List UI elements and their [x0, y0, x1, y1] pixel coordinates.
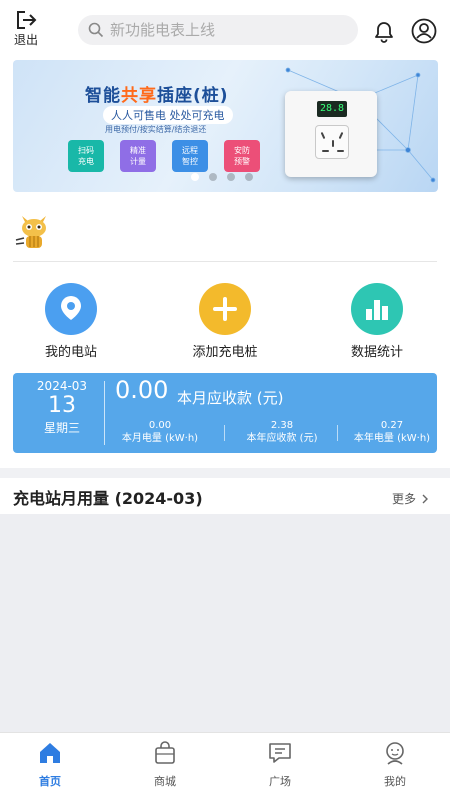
header: 退出 — [0, 0, 450, 60]
exit-button[interactable]: 退出 — [10, 10, 42, 48]
statistics-button[interactable]: 数据统计 — [322, 283, 432, 360]
stat-yearly-receivable: 2.38 本年应收款 (元) — [227, 419, 337, 445]
monthly-receivable-value: 0.00 — [115, 376, 169, 404]
tab-label: 商城 — [154, 775, 176, 788]
banner-badges: 扫码 充电 精准 计量 远程 智控 安防 预警 — [68, 140, 260, 172]
date-block: 2024-03 13 星期三 — [21, 379, 103, 436]
location-pin-icon — [45, 283, 97, 335]
action-label: 添加充电桩 — [192, 345, 258, 360]
banner-subtitle: 人人可售电 处处可充电 — [103, 106, 233, 124]
stat-value: 0.27 — [380, 420, 404, 431]
exit-label: 退出 — [13, 33, 38, 47]
banner-badge: 安防 预警 — [224, 140, 260, 172]
cat-icon — [15, 216, 46, 248]
banner-tagline: 用电预付/按实结算/结余退还 — [105, 125, 207, 134]
divider — [13, 261, 437, 262]
more-label: 更多 — [392, 492, 417, 506]
tab-label: 广场 — [269, 775, 291, 788]
date-weekday: 星期三 — [43, 421, 80, 435]
date-year-month: 2024-03 — [36, 379, 88, 393]
quick-actions: 我的电站 添加充电桩 数据统计 — [0, 283, 450, 363]
plus-icon — [199, 283, 251, 335]
action-label: 我的电站 — [44, 345, 97, 360]
date-day: 13 — [48, 393, 76, 418]
banner-pagination[interactable] — [191, 173, 253, 181]
chevron-right-icon — [422, 494, 428, 504]
search-input[interactable] — [110, 21, 340, 39]
stat-value: 2.38 — [270, 420, 294, 431]
sub-stats: 0.00 本月电量 (kW·h) 2.38 本年应收款 (元) 0.27 本年电… — [105, 419, 437, 447]
stat-value: 0.00 — [148, 420, 172, 431]
stat-label: 本年电量 (kW·h) — [353, 433, 431, 444]
stat-yearly-energy: 0.27 本年电量 (kW·h) — [337, 419, 447, 445]
stat-monthly-energy: 0.00 本月电量 (kW·h) — [105, 419, 215, 445]
section-gap — [0, 468, 450, 478]
shopping-bag-icon — [155, 741, 175, 764]
search-icon — [88, 22, 104, 38]
chat-icon — [269, 743, 291, 763]
monthly-receivable-label: 本月应收款 (元) — [177, 389, 284, 407]
tab-label: 我的 — [384, 775, 406, 788]
more-link[interactable]: 更多 — [392, 490, 430, 507]
exit-icon — [17, 11, 37, 29]
banner-badge: 扫码 充电 — [68, 140, 104, 172]
home-icon — [40, 743, 60, 763]
search-bar[interactable] — [78, 15, 358, 45]
add-charger-button[interactable]: 添加充电桩 — [170, 283, 280, 360]
meter-display: 28.8 — [317, 101, 347, 117]
smart-socket-image: 28.8 — [285, 91, 377, 177]
notification-button[interactable] — [370, 17, 398, 49]
tab-label: 首页 — [39, 775, 61, 788]
banner-badge: 精准 计量 — [120, 140, 156, 172]
tab-home[interactable]: 首页 — [20, 741, 80, 789]
bell-icon — [375, 22, 393, 43]
banner-title: 智能共享插座(桩) — [85, 86, 229, 106]
pagination-dot[interactable] — [227, 173, 235, 181]
tab-mall[interactable]: 商城 — [135, 741, 195, 789]
account-button[interactable] — [410, 17, 438, 49]
promo-banner[interactable]: 智能共享插座(桩) 人人可售电 处处可充电 用电预付/按实结算/结余退还 扫码充… — [13, 60, 438, 192]
divider — [224, 425, 225, 441]
action-label: 数据统计 — [350, 345, 403, 360]
bottom-tab-bar: 首页 商城 广场 我的 — [0, 732, 450, 800]
monthly-usage-header: 充电站月用量 (2024-03) 更多 — [0, 478, 450, 514]
pagination-dot[interactable] — [209, 173, 217, 181]
pagination-dot[interactable] — [191, 173, 199, 181]
stat-label: 本月电量 (kW·h) — [121, 433, 199, 444]
pagination-dot[interactable] — [245, 173, 253, 181]
tab-mine[interactable]: 我的 — [365, 741, 425, 789]
user-icon — [411, 18, 437, 44]
profile-icon — [386, 742, 404, 765]
stat-label: 本年应收款 (元) — [246, 433, 318, 444]
socket-outlet-icon — [315, 125, 349, 159]
bar-chart-icon — [351, 283, 403, 335]
mascot-cat-image — [12, 210, 56, 252]
revenue-summary-card[interactable]: 2024-03 13 星期三 0.00 本月应收款 (元) 0.00 本月电量 … — [13, 373, 437, 453]
tab-square[interactable]: 广场 — [250, 741, 310, 789]
banner-badge: 远程 智控 — [172, 140, 208, 172]
section-title: 充电站月用量 (2024-03) — [13, 489, 203, 508]
my-station-button[interactable]: 我的电站 — [16, 283, 126, 360]
usage-chart-area — [0, 514, 450, 732]
